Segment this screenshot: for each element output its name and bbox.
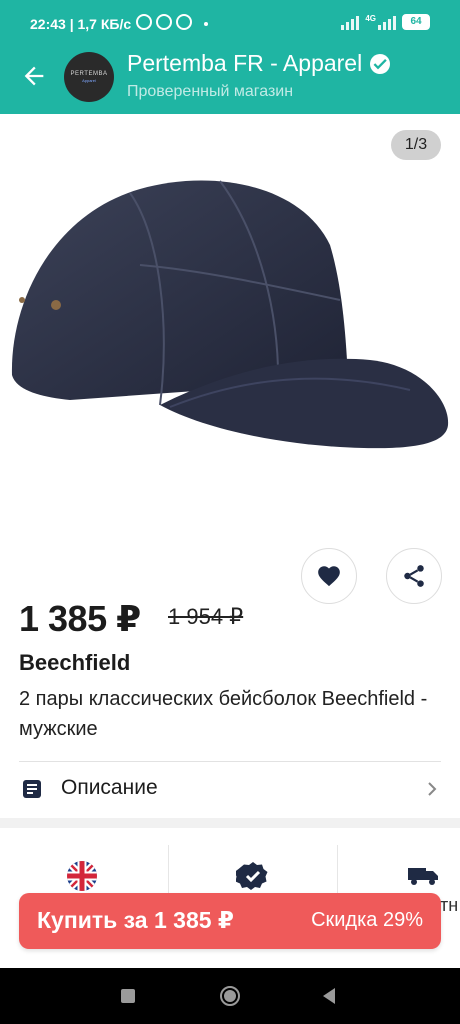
feature-label-peek-right: тн <box>440 895 459 915</box>
network-type: 4G <box>365 14 376 23</box>
nav-circle-icon[interactable] <box>219 985 241 1007</box>
status-bar: 22:43 | 1,7 КБ/с 4G 64 <box>0 0 460 48</box>
shop-name-row[interactable]: Pertemba FR - Apparel <box>127 50 391 77</box>
buy-button[interactable]: Купить за 1 385 ₽ Скидка 29% <box>19 893 441 949</box>
shop-status: Проверенный магазин <box>127 83 294 100</box>
section-gap <box>0 818 460 828</box>
signal-icon-2 <box>378 14 396 30</box>
description-label: Описание <box>61 776 158 799</box>
whatsapp-icon <box>156 14 172 30</box>
nav-triangle-icon[interactable] <box>321 987 337 1005</box>
logo-subtext: Apparel <box>82 78 96 83</box>
shop-logo[interactable]: PERTEMBA Apparel <box>64 52 114 102</box>
signal-icon <box>341 14 360 30</box>
more-notifications-icon <box>204 22 208 26</box>
image-counter: 1/3 <box>391 130 441 160</box>
brand-name[interactable]: Beechfield <box>19 650 130 676</box>
app-header: 22:43 | 1,7 КБ/с 4G 64 PERTEMBA Apparel … <box>0 0 460 114</box>
old-price: 1 954 ₽ <box>168 604 244 629</box>
status-notification-icons <box>136 14 192 30</box>
alarm-icon <box>136 14 152 30</box>
discount-label: Скидка 29% <box>311 909 423 931</box>
back-arrow-icon[interactable] <box>20 62 48 90</box>
document-icon <box>23 780 41 798</box>
battery-icon: 64 <box>402 14 430 30</box>
product-image[interactable] <box>10 175 450 455</box>
product-page: 22:43 | 1,7 КБ/с 4G 64 PERTEMBA Apparel … <box>0 0 460 1024</box>
description-row[interactable]: Описание <box>0 762 460 816</box>
share-button[interactable] <box>386 548 442 604</box>
status-time: 22:43 | 1,7 КБ/с <box>30 16 132 32</box>
current-price: 1 385 ₽ <box>19 598 141 639</box>
product-title: 2 пары классических бейсболок Beechfield… <box>19 688 428 740</box>
nav-square-icon[interactable] <box>121 989 135 1003</box>
system-nav-bar <box>0 968 460 1024</box>
heart-icon <box>318 566 340 587</box>
share-icon <box>404 565 424 587</box>
verified-icon <box>370 53 391 74</box>
logo-text: PERTEMBA <box>70 71 108 77</box>
buy-button-label: Купить за 1 385 ₽ <box>37 907 234 933</box>
favorite-button[interactable] <box>301 548 357 604</box>
status-right: 4G 64 <box>341 14 430 30</box>
shop-name: Pertemba FR - Apparel <box>127 50 363 76</box>
chevron-right-icon <box>428 782 437 796</box>
vpn-icon <box>176 14 192 30</box>
